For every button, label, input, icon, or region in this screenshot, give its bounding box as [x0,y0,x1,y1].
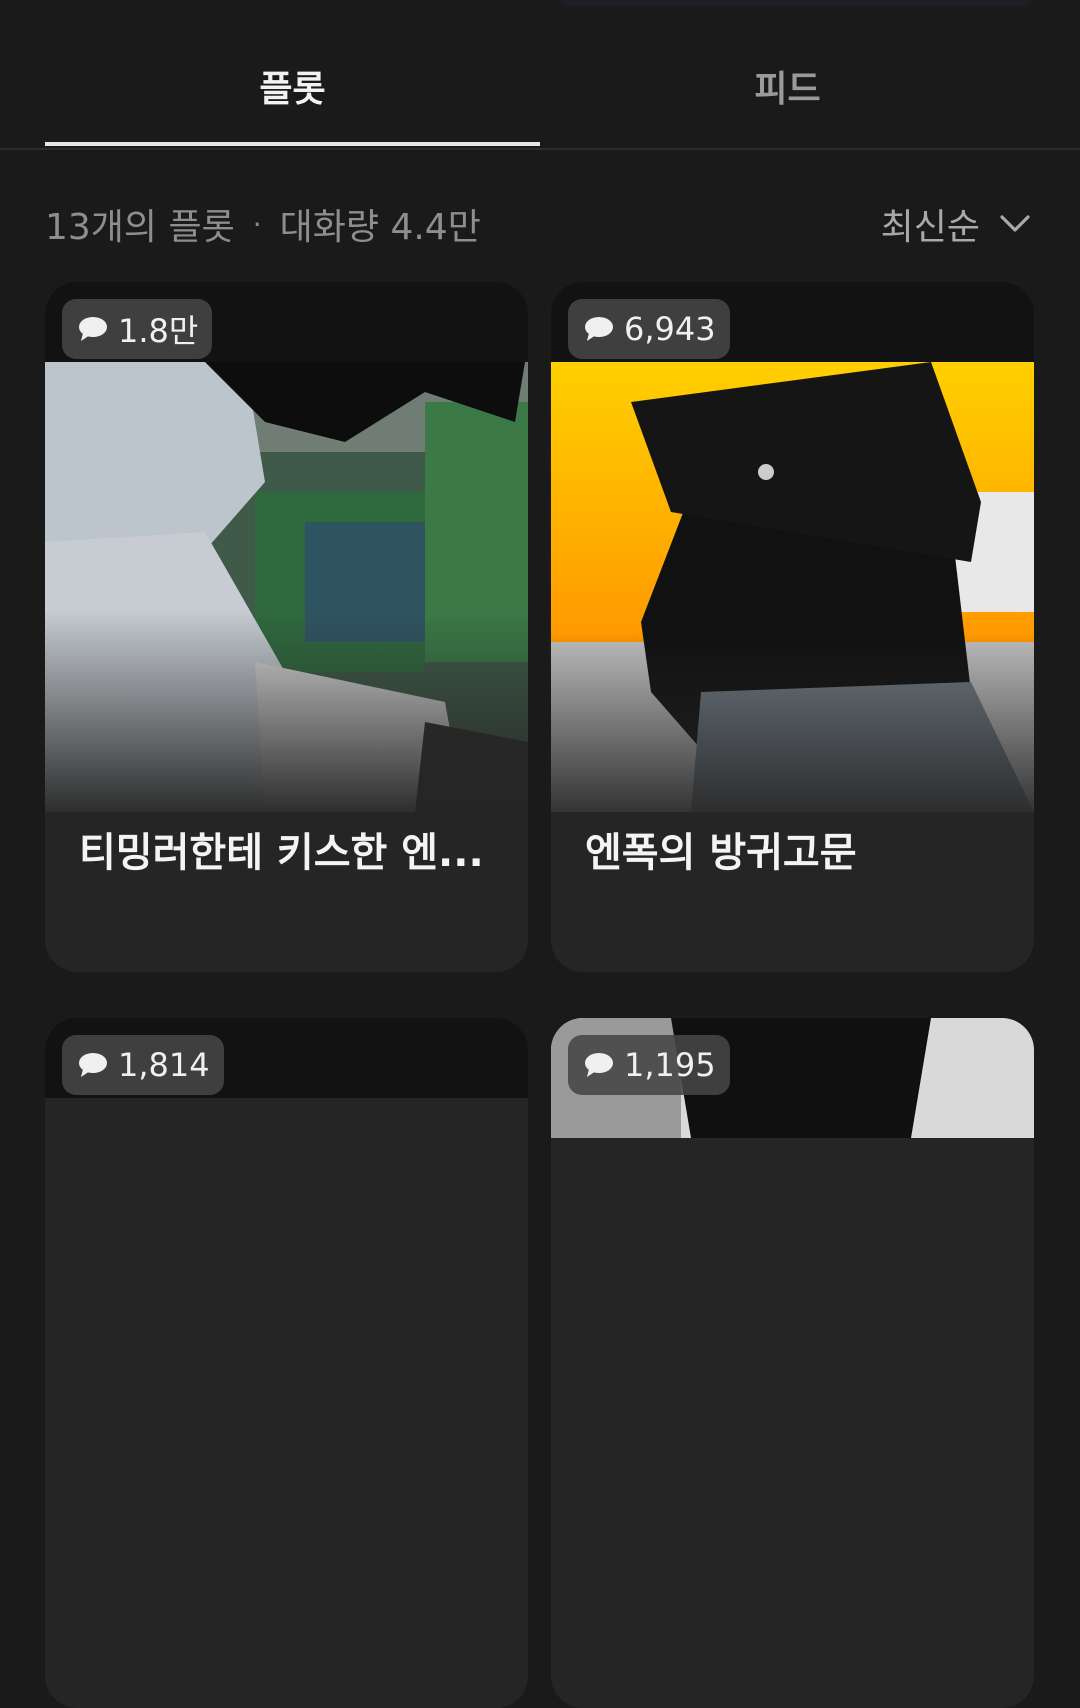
chat-count: 1,814 [118,1046,210,1084]
active-tab-indicator [45,142,540,146]
chat-count-badge: 1.8만 [62,299,213,359]
chat-count-badge: 1,195 [568,1035,730,1095]
plot-card[interactable]: 1,814 [45,1018,528,1708]
chat-count: 6,943 [624,310,716,348]
plot-card[interactable]: 1.8만 티밍러한테 키스한 엔... [45,282,528,972]
sort-label: 최신순 [880,207,980,248]
plot-count: 13개의 플롯 [45,207,235,248]
separator-dot: · [252,207,262,241]
conversation-volume: 대화량 4.4만 [279,207,481,248]
plot-title: 티밍러한테 키스한 엔... [79,830,484,876]
tab-bar: 플롯 피드 [0,0,1080,150]
chevron-down-icon [1000,215,1030,232]
chat-count-badge: 6,943 [568,299,730,359]
plot-card[interactable]: 6,943 엔폭의 방귀고문 [551,282,1034,972]
tab-plot[interactable]: 플롯 [45,60,540,120]
chat-bubble-icon [79,1053,107,1077]
plot-title: 엔폭의 방귀고문 [585,830,857,876]
chat-count-badge: 1,814 [62,1035,224,1095]
chat-count: 1,195 [624,1046,716,1084]
chat-bubble-icon [585,1053,613,1077]
plot-summary: 13개의 플롯 · 대화량 4.4만 [45,198,481,250]
plot-thumbnail [45,362,528,812]
chat-count: 1.8만 [118,312,199,350]
plot-thumbnail [551,362,1034,812]
sort-dropdown[interactable]: 최신순 [881,198,1030,250]
tab-feed[interactable]: 피드 [540,60,1035,120]
chat-bubble-icon [585,317,613,341]
plot-card[interactable]: 1,195 [551,1018,1034,1708]
chat-bubble-icon [79,317,107,341]
